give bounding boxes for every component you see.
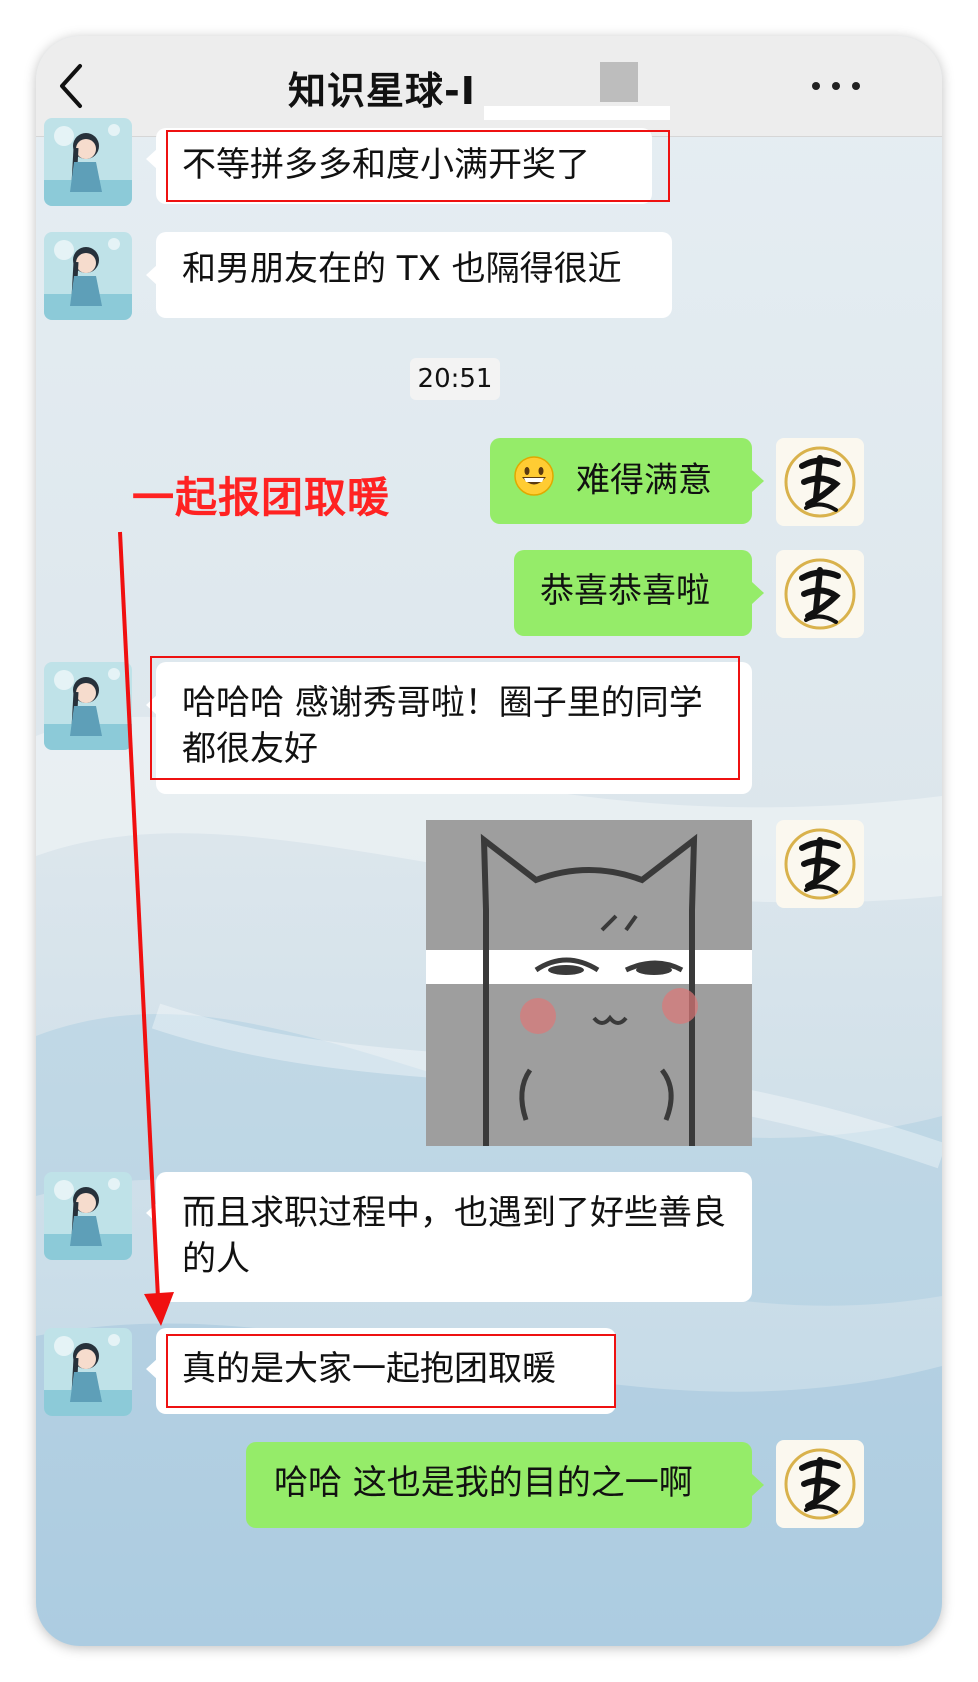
calligraphy-avatar[interactable] <box>776 438 864 526</box>
message-text: 难得满意 <box>576 460 712 501</box>
message-bubble[interactable]: 而且求职过程中，也遇到了好些善良的人 <box>156 1172 752 1302</box>
girl-avatar[interactable] <box>44 118 132 206</box>
chat-title: 知识星球-I <box>288 69 476 113</box>
message-bubble[interactable]: 哈哈 这也是我的目的之一啊 <box>246 1442 752 1528</box>
message-bubble[interactable]: 真的是大家一起抱团取暖 <box>156 1328 616 1414</box>
bubble-tail <box>752 470 764 492</box>
message-text: 和男朋友在的 TX 也隔得很近 <box>182 249 622 289</box>
message-text: 哈哈 这也是我的目的之一啊 <box>274 1463 693 1503</box>
message-bubble[interactable]: 和男朋友在的 TX 也隔得很近 <box>156 232 672 318</box>
title-redaction-block <box>600 62 638 102</box>
more-dots-icon[interactable] <box>806 62 866 110</box>
annotation-text: 一起报团取暖 <box>132 473 391 522</box>
phone-screen: 知识星球-I 不等拼多多和度小满开奖了 和男朋友在的 TX 也隔得很近 20:5… <box>36 36 942 1646</box>
calligraphy-avatar[interactable] <box>776 550 864 638</box>
girl-avatar[interactable] <box>44 1328 132 1416</box>
title-redaction <box>484 106 670 120</box>
message-text: 真的是大家一起抱团取暖 <box>182 1349 556 1389</box>
message-bubble[interactable]: 不等拼多多和度小满开奖了 <box>156 128 652 204</box>
message-text: 恭喜恭喜啦 <box>540 571 710 611</box>
message-bubble[interactable]: 难得满意 <box>490 438 752 524</box>
cat-smirk-sticker[interactable] <box>426 820 752 1146</box>
message-text: 而且求职过程中，也遇到了好些善良的人 <box>182 1193 726 1279</box>
girl-avatar[interactable] <box>44 1172 132 1260</box>
calligraphy-avatar[interactable] <box>776 1440 864 1528</box>
bubble-tail <box>752 582 764 604</box>
girl-avatar[interactable] <box>44 232 132 320</box>
navigation-bar: 知识星球-I <box>36 36 942 136</box>
girl-avatar[interactable] <box>44 662 132 750</box>
message-timestamp: 20:51 <box>410 358 500 400</box>
calligraphy-avatar[interactable] <box>776 820 864 908</box>
message-text: 哈哈哈 感谢秀哥啦！圈子里的同学都很友好 <box>182 683 703 769</box>
grinning-face-icon <box>514 456 554 508</box>
bubble-tail <box>752 1474 764 1496</box>
message-bubble[interactable]: 哈哈哈 感谢秀哥啦！圈子里的同学都很友好 <box>156 662 752 794</box>
message-text: 不等拼多多和度小满开奖了 <box>182 145 590 185</box>
message-bubble[interactable]: 恭喜恭喜啦 <box>514 550 752 636</box>
chevron-left-icon[interactable] <box>50 58 94 114</box>
